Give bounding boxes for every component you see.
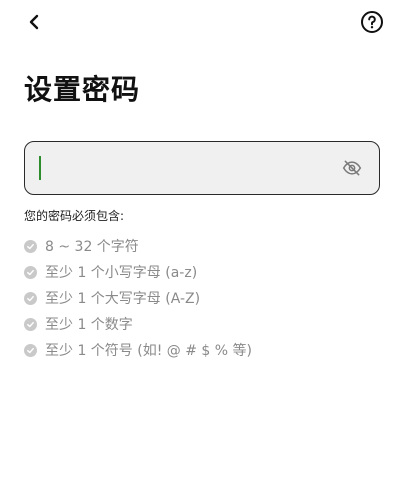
- check-circle-icon: [24, 317, 37, 331]
- help-button[interactable]: [359, 9, 385, 35]
- requirements-heading: 您的密码必须包含:: [24, 209, 125, 223]
- check-circle-icon: [24, 239, 37, 253]
- check-circle-icon: [24, 343, 37, 357]
- requirement-label: 至少 1 个大写字母 (A-Z): [45, 291, 201, 307]
- eye-off-icon: [342, 160, 362, 176]
- check-circle-icon: [24, 291, 37, 305]
- chevron-left-icon: [29, 14, 39, 30]
- requirement-label: 8 ~ 32 个字符: [45, 239, 139, 255]
- requirement-item: 8 ~ 32 个字符: [24, 233, 252, 259]
- top-bar: [0, 0, 401, 44]
- requirement-item: 至少 1 个小写字母 (a-z): [24, 259, 252, 285]
- requirement-item: 至少 1 个符号 (如! @ # $ % 等): [24, 337, 252, 363]
- requirement-label: 至少 1 个小写字母 (a-z): [45, 265, 198, 281]
- password-field[interactable]: [24, 141, 380, 195]
- back-button[interactable]: [20, 8, 48, 36]
- text-caret: [39, 156, 41, 180]
- check-circle-icon: [24, 265, 37, 279]
- requirement-item: 至少 1 个大写字母 (A-Z): [24, 285, 252, 311]
- password-input[interactable]: [35, 152, 325, 184]
- requirement-label: 至少 1 个数字: [45, 317, 133, 333]
- toggle-visibility-button[interactable]: [341, 157, 363, 179]
- requirements-list: 8 ~ 32 个字符 至少 1 个小写字母 (a-z) 至少 1 个大写字母 (…: [24, 233, 252, 363]
- requirement-label: 至少 1 个符号 (如! @ # $ % 等): [45, 343, 252, 359]
- requirement-item: 至少 1 个数字: [24, 311, 252, 337]
- page-title: 设置密码: [24, 73, 141, 106]
- question-circle-icon: [361, 11, 383, 33]
